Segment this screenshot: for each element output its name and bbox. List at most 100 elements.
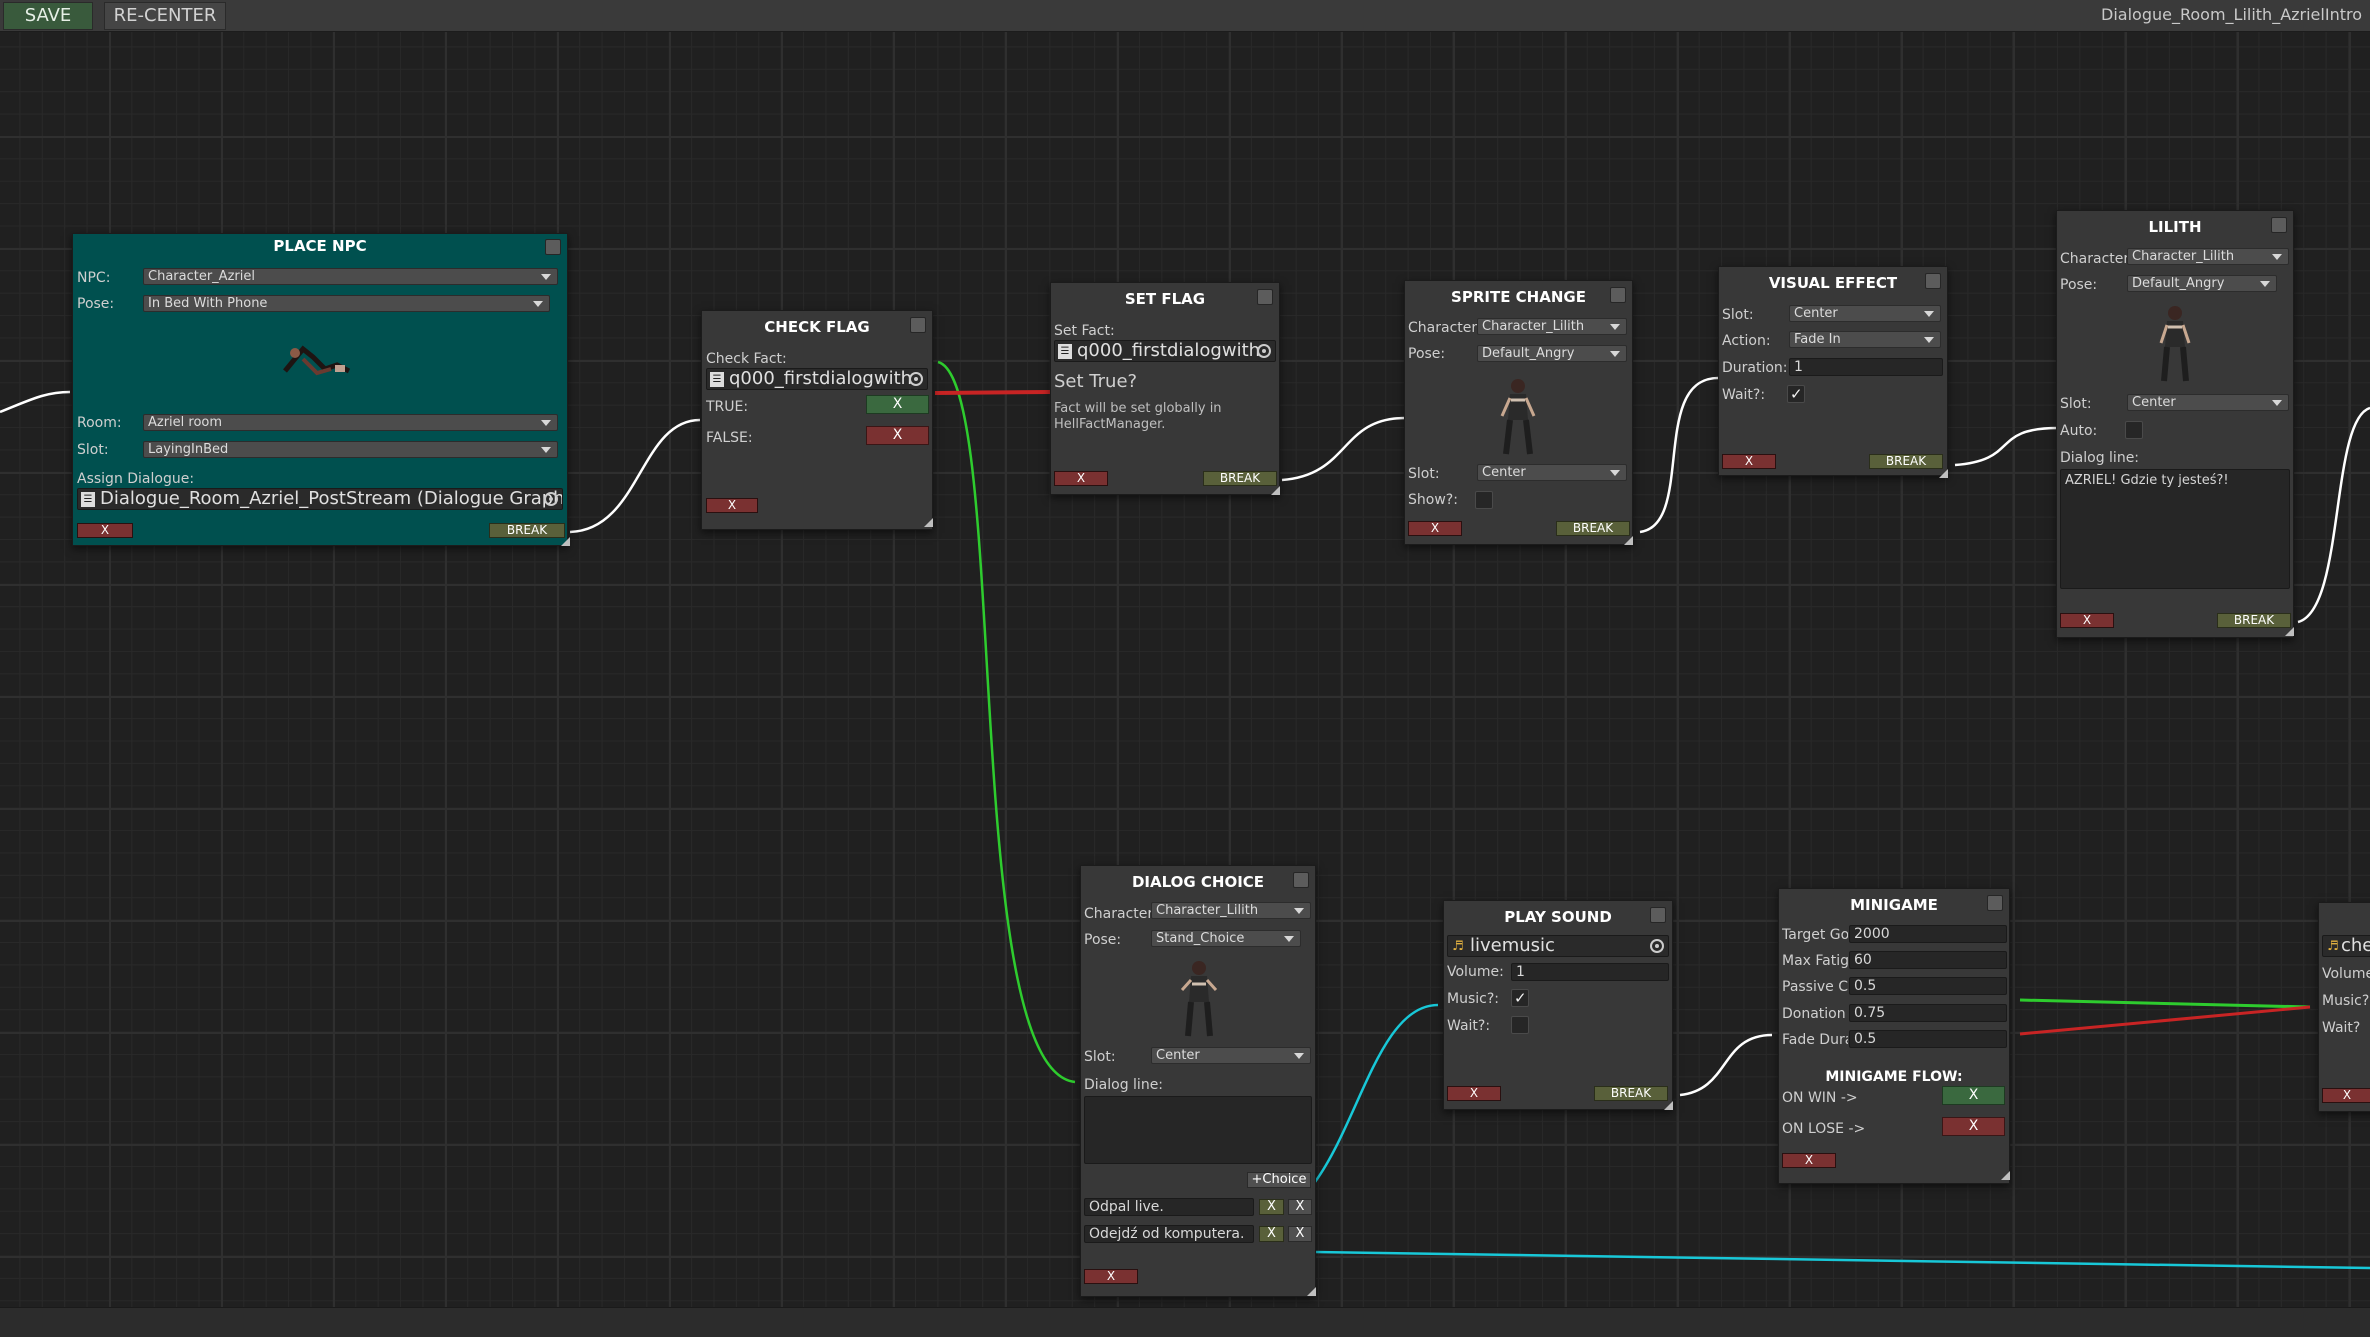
delete-node-button[interactable]: X xyxy=(77,523,133,538)
break-button[interactable]: BREAK xyxy=(1556,521,1630,536)
visual-effect-node[interactable]: VISUAL EFFECT Slot: Center Action: Fade … xyxy=(1718,266,1948,478)
action-dropdown[interactable]: Fade In xyxy=(1789,331,1941,348)
delete-node-button[interactable]: X xyxy=(1782,1153,1836,1168)
sprite-change-node[interactable]: SPRITE CHANGE Character Character_Lilith… xyxy=(1404,280,1633,545)
object-picker-icon[interactable] xyxy=(909,372,923,386)
place-npc-node[interactable]: PLACE NPC NPC: Character_Azriel Pose: In… xyxy=(72,233,570,546)
delete-node-button[interactable]: X xyxy=(2060,613,2114,628)
show-checkbox[interactable] xyxy=(1475,491,1493,509)
delete-node-button[interactable]: X xyxy=(1054,471,1108,486)
delete-node-button[interactable]: X xyxy=(1408,521,1462,536)
minigame-node[interactable]: MINIGAME Target Go 2000 Max Fatig 60 Pas… xyxy=(1778,888,2010,1184)
play-sound-node-partial[interactable]: ♬che Volume Music? Wait? X xyxy=(2318,902,2370,1112)
choice-1-field[interactable]: Odpal live. xyxy=(1084,1198,1254,1216)
check-fact-value: q000_firstdialogwith xyxy=(729,368,913,389)
break-button[interactable]: BREAK xyxy=(1869,454,1943,469)
target-gold-field[interactable]: 2000 xyxy=(1849,925,2007,943)
node-toggle-checkbox[interactable] xyxy=(1987,895,2003,911)
node-toggle-checkbox[interactable] xyxy=(1610,287,1626,303)
delete-node-button[interactable]: X xyxy=(706,498,758,513)
node-toggle-checkbox[interactable] xyxy=(545,239,561,255)
assign-dialogue-field[interactable]: ☰ Dialogue_Room_Azriel_PostStream (Dialog… xyxy=(77,488,563,510)
choice-2-output-port[interactable]: X xyxy=(1259,1226,1284,1242)
delete-node-button[interactable]: X xyxy=(1447,1086,1501,1101)
break-button[interactable]: BREAK xyxy=(2217,613,2291,628)
resize-grip-icon[interactable] xyxy=(2001,1171,2010,1180)
fade-duration-field[interactable]: 0.5 xyxy=(1849,1030,2007,1048)
donation-field[interactable]: 0.75 xyxy=(1849,1004,2007,1022)
node-toggle-checkbox[interactable] xyxy=(2271,217,2287,233)
delete-node-button[interactable]: X xyxy=(2322,1088,2370,1103)
break-button[interactable]: BREAK xyxy=(1594,1086,1668,1101)
choice-1-remove-button[interactable]: X xyxy=(1288,1199,1312,1215)
node-toggle-checkbox[interactable] xyxy=(1293,872,1309,888)
slot-dropdown[interactable]: Center xyxy=(2127,394,2289,411)
audio-clip-value: che xyxy=(2341,935,2370,956)
room-dropdown[interactable]: Azriel room xyxy=(143,414,558,431)
wait-checkbox[interactable] xyxy=(1787,385,1805,403)
resize-grip-icon[interactable] xyxy=(1271,486,1280,495)
object-picker-icon[interactable] xyxy=(544,492,558,506)
assign-dialogue-value: Dialogue_Room_Azriel_PostStream (Dialogu… xyxy=(100,488,563,509)
play-sound-node[interactable]: PLAY SOUND ♬ livemusic Volume: 1 Music?: … xyxy=(1443,900,1673,1110)
audio-clip-field[interactable]: ♬ livemusic xyxy=(1447,935,1669,957)
choice-1-output-port[interactable]: X xyxy=(1259,1199,1284,1215)
resize-grip-icon[interactable] xyxy=(561,537,570,546)
slot-dropdown[interactable]: Center xyxy=(1151,1047,1311,1064)
npc-dropdown[interactable]: Character_Azriel xyxy=(143,268,558,285)
save-button[interactable]: SAVE xyxy=(3,2,93,30)
object-picker-icon[interactable] xyxy=(1257,344,1271,358)
resize-grip-icon[interactable] xyxy=(1664,1101,1673,1110)
resize-grip-icon[interactable] xyxy=(1307,1287,1316,1296)
delete-node-button[interactable]: X xyxy=(1084,1269,1138,1284)
choice-2-remove-button[interactable]: X xyxy=(1288,1226,1312,1242)
choice-2-field[interactable]: Odejdź od komputera. xyxy=(1084,1225,1254,1243)
check-fact-field[interactable]: ☰ q000_firstdialogwith xyxy=(706,368,928,390)
set-flag-node[interactable]: SET FLAG Set Fact: ☰ q000_firstdialogwith… xyxy=(1050,282,1280,495)
break-button[interactable]: BREAK xyxy=(489,523,565,538)
node-toggle-checkbox[interactable] xyxy=(1650,907,1666,923)
passive-field[interactable]: 0.5 xyxy=(1849,977,2007,995)
music-label: Music? xyxy=(2322,993,2370,1009)
duration-field[interactable]: 1 xyxy=(1789,358,1943,376)
dialog-choice-node[interactable]: DIALOG CHOICE Character Character_Lilith… xyxy=(1080,865,1316,1297)
false-output-port[interactable]: X xyxy=(866,426,929,445)
node-toggle-checkbox[interactable] xyxy=(910,317,926,333)
set-fact-field[interactable]: ☰ q000_firstdialogwith xyxy=(1054,340,1276,362)
character-dropdown[interactable]: Character_Lilith xyxy=(1477,318,1627,335)
node-toggle-checkbox[interactable] xyxy=(1257,289,1273,305)
check-flag-node[interactable]: CHECK FLAG Check Fact: ☰ q000_firstdialog… xyxy=(701,310,933,530)
pose-dropdown[interactable]: Stand_Choice xyxy=(1151,930,1301,947)
delete-node-button[interactable]: X xyxy=(1722,454,1776,469)
on-lose-output-port[interactable]: X xyxy=(1942,1117,2005,1136)
pose-dropdown[interactable]: Default_Angry xyxy=(1477,345,1627,362)
wait-checkbox[interactable] xyxy=(1511,1016,1529,1034)
resize-grip-icon[interactable] xyxy=(1624,536,1633,545)
on-win-output-port[interactable]: X xyxy=(1942,1086,2005,1105)
graph-canvas[interactable]: PLACE NPC NPC: Character_Azriel Pose: In… xyxy=(0,0,2370,1337)
true-output-port[interactable]: X xyxy=(866,395,929,414)
resize-grip-icon[interactable] xyxy=(1939,469,1948,478)
resize-grip-icon[interactable] xyxy=(924,518,933,527)
pose-dropdown[interactable]: In Bed With Phone xyxy=(143,295,550,312)
music-checkbox[interactable] xyxy=(1511,989,1529,1007)
dialog-line-textarea[interactable]: AZRIEL! Gdzie ty jesteś?! xyxy=(2060,469,2290,589)
break-button[interactable]: BREAK xyxy=(1203,471,1277,486)
character-dropdown[interactable]: Character_Lilith xyxy=(2127,248,2289,265)
object-picker-icon[interactable] xyxy=(1650,939,1664,953)
add-choice-button[interactable]: +Choice xyxy=(1247,1172,1311,1188)
volume-field[interactable]: 1 xyxy=(1511,963,1669,981)
slot-dropdown[interactable]: Center xyxy=(1477,464,1627,481)
dialog-line-textarea[interactable] xyxy=(1084,1096,1312,1164)
character-dropdown[interactable]: Character_Lilith xyxy=(1151,902,1311,919)
slot-dropdown[interactable]: LayingInBed xyxy=(143,441,558,458)
audio-clip-field[interactable]: ♬che xyxy=(2322,935,2370,957)
node-toggle-checkbox[interactable] xyxy=(1925,273,1941,289)
pose-dropdown[interactable]: Default_Angry xyxy=(2127,275,2277,292)
slot-dropdown[interactable]: Center xyxy=(1789,305,1941,322)
max-fatigue-field[interactable]: 60 xyxy=(1849,951,2007,969)
resize-grip-icon[interactable] xyxy=(2285,627,2294,636)
recenter-button[interactable]: RE-CENTER xyxy=(104,2,226,30)
lilith-dialog-node[interactable]: LILITH Character Character_Lilith Pose: … xyxy=(2056,210,2294,638)
auto-checkbox[interactable] xyxy=(2125,421,2143,439)
